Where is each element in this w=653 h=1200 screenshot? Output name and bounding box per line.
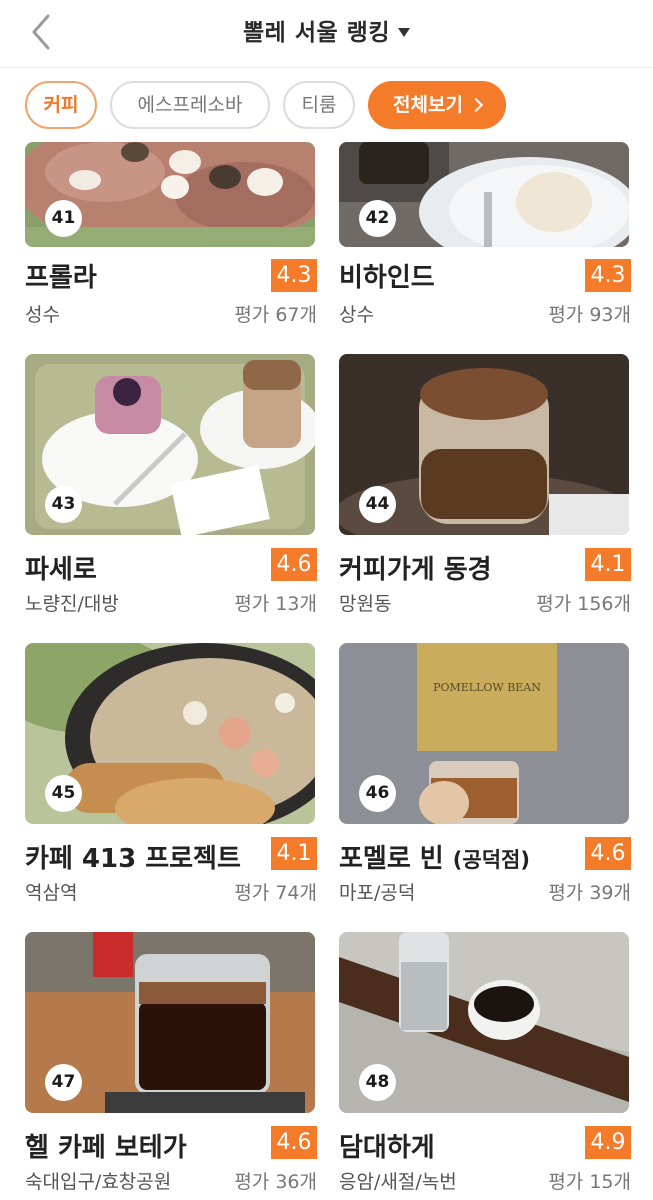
top-bar: 뽈레 서울 랭킹 [0,0,653,68]
cafe-photo[interactable]: 42 [339,142,629,247]
cafe-photo[interactable]: 47 [25,932,315,1113]
rank-badge: 46 [359,775,396,812]
cafe-name[interactable]: 비하인드 [339,257,435,294]
rating-badge: 4.1 [585,548,631,581]
rank-badge: 47 [45,1064,82,1101]
rank-badge: 41 [45,200,82,237]
chevron-right-icon [468,97,484,113]
cafe-name[interactable]: 포멜로 빈 (공덕점) [339,838,530,875]
chip-tea-room[interactable]: 티룸 [283,81,355,129]
chip-label: 에스프레소바 [137,94,243,116]
cafe-photo[interactable]: 41 [25,142,315,247]
review-count: 평가 15개 [548,1171,631,1193]
cafe-photo[interactable]: 48 [339,932,629,1113]
caret-down-icon [397,28,410,37]
rating-badge: 4.6 [585,837,631,870]
review-count: 평가 156개 [536,593,631,615]
cafe-name[interactable]: 프롤라 [25,257,97,294]
rank-badge: 42 [359,200,396,237]
cafe-name-main: 포멜로 빈 [339,844,444,874]
rank-badge: 43 [45,486,82,523]
cafe-photo[interactable]: 44 [339,354,629,535]
cafe-name[interactable]: 카페 413 프로젝트 [25,838,241,875]
cafe-area: 숙대입구/효창공원 [25,1171,172,1193]
cafe-area: 망원동 [339,593,392,615]
rank-badge: 44 [359,486,396,523]
review-count: 평가 13개 [234,593,317,615]
rating-badge: 4.6 [271,1126,317,1159]
rank-badge: 45 [45,775,82,812]
review-count: 평가 39개 [548,882,631,904]
review-count: 평가 67개 [234,304,317,326]
chip-coffee[interactable]: 커피 [25,81,97,129]
cafe-name[interactable]: 헬 카페 보테가 [25,1127,187,1164]
branch-label: (공덕점) [452,848,530,872]
chip-label: 티룸 [301,94,337,116]
ranking-selector[interactable]: 뽈레 서울 랭킹 [0,13,653,47]
chip-label: 커피 [43,94,79,116]
category-chips: 커피 에스프레소바 티룸 전체보기 [0,68,653,142]
cafe-name[interactable]: 파세로 [25,549,97,586]
cafe-photo[interactable]: POMELLOW BEAN 46 [339,643,629,824]
chip-espresso-bar[interactable]: 에스프레소바 [110,81,270,129]
rating-badge: 4.6 [271,548,317,581]
sign-text: POMELLOW BEAN [433,681,541,694]
rank-badge: 48 [359,1064,396,1101]
cafe-name[interactable]: 커피가게 동경 [339,549,492,586]
cafe-area: 상수 [339,304,374,326]
review-count: 평가 74개 [234,882,317,904]
rating-badge: 4.1 [271,837,317,870]
cafe-photo[interactable]: 45 [25,643,315,824]
rating-badge: 4.9 [585,1126,631,1159]
cafe-area: 역삼역 [25,882,78,904]
cafe-area: 마포/공덕 [339,882,416,904]
review-count: 평가 36개 [234,1171,317,1193]
review-count: 평가 93개 [548,304,631,326]
chip-view-all[interactable]: 전체보기 [368,81,506,129]
chip-label: 전체보기 [393,94,463,116]
cafe-name[interactable]: 담대하게 [339,1127,435,1164]
cafe-area: 응암/새절/녹번 [339,1171,457,1193]
rating-badge: 4.3 [271,259,317,292]
cafe-area: 노량진/대방 [25,593,119,615]
page-title: 뽈레 서울 랭킹 [243,20,390,46]
cafe-photo[interactable]: 43 [25,354,315,535]
cafe-area: 성수 [25,304,60,326]
rating-badge: 4.3 [585,259,631,292]
